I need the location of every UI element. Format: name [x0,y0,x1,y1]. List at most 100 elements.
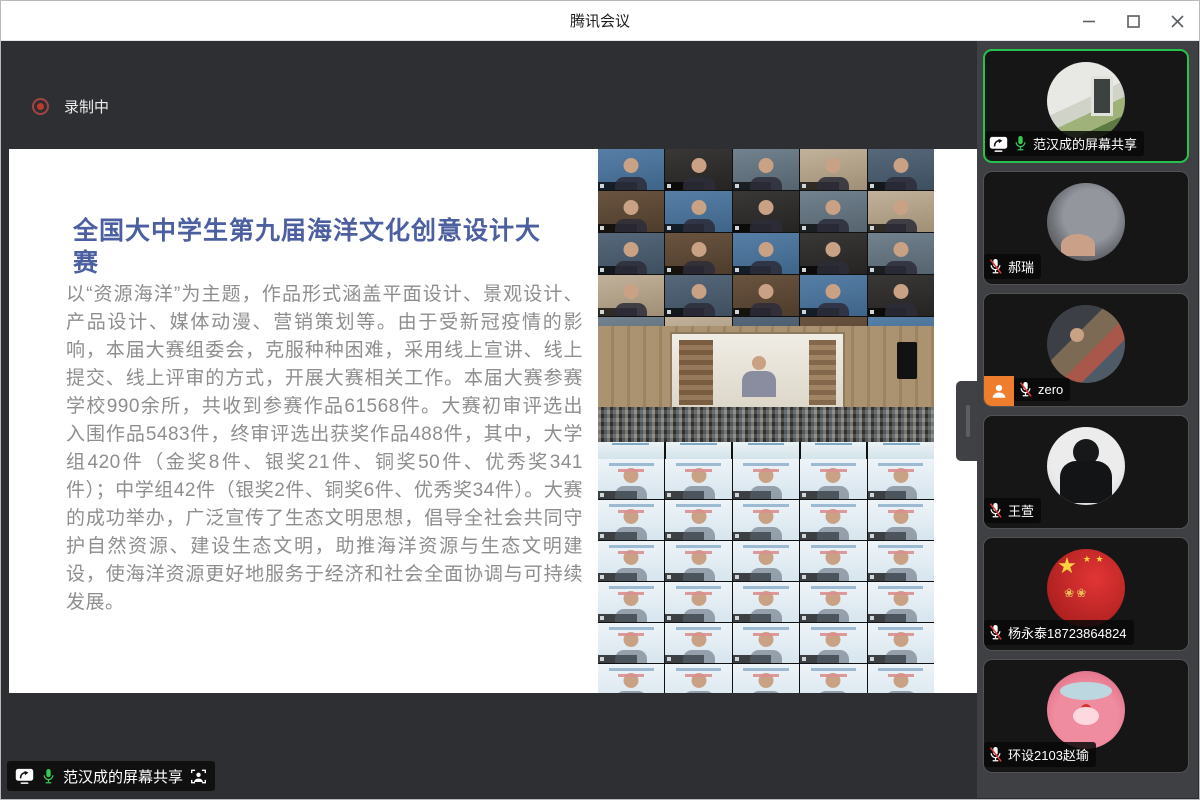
window-controls [1079,1,1187,41]
wall-video-tile [733,233,799,274]
maximize-button[interactable] [1123,11,1143,31]
video-wall [598,149,934,693]
video-wall-top-grid [598,149,934,326]
wall-video-tile [733,275,799,316]
sidebar-splitter-handle[interactable] [956,381,977,461]
wall-video-tile [598,541,664,581]
wall-video-tile [665,582,731,622]
wall-video-tile [800,459,866,499]
audience [598,407,934,442]
flag-star-icon: ★ [1057,555,1077,577]
slide-title: 全国大中学生第九届海洋文化创意设计大赛 [73,215,553,279]
mic-on-icon [1013,135,1028,152]
shared-screen-slide: 全国大中学生第九届海洋文化创意设计大赛 以“资源海洋”为主题，作品形式涵盖平面设… [9,149,977,693]
wall-video-tile [598,582,664,622]
recording-indicator[interactable]: 录制中 [32,96,109,117]
minimize-button[interactable] [1079,11,1099,31]
wall-video-tile [598,664,664,693]
window-title: 腾讯会议 [570,10,630,31]
wall-video-tile [733,664,799,693]
recording-label: 录制中 [64,96,109,117]
sil-avatar [1047,427,1125,505]
speaker-box [897,342,917,379]
screen-share-icon [15,768,34,784]
speaker-figure [752,356,766,370]
wall-video-tile [800,582,866,622]
wall-video-tile [868,500,934,540]
cat-avatar [1047,183,1125,261]
participant-tile[interactable]: zero [983,293,1189,407]
wall-video-tile [800,623,866,663]
wall-video-tile [733,191,799,232]
wall-video-tile [800,275,866,316]
wall-video-tile [800,500,866,540]
meeting-stage: 录制中 全国大中学生第九届海洋文化创意设计大赛 以“资源海洋”为主题，作品形式涵… [2,41,977,798]
video-wall-bottom-grid [598,459,934,693]
wall-video-tile [800,541,866,581]
conference-room-photo [598,326,934,459]
wall-video-tile [665,623,731,663]
person-frame-icon[interactable] [190,769,207,784]
wall-video-tile [598,317,664,326]
wall-video-tile [868,149,934,190]
plush-avatar [1047,671,1125,749]
participant-tile[interactable]: 王萱 [983,415,1189,529]
wall-video-tile [598,623,664,663]
wall-video-tile [733,623,799,663]
self-share-label: 范汉成的屏幕共享 [63,766,183,787]
wall-video-tile [800,191,866,232]
wall-video-tile [598,191,664,232]
wall-video-tile [868,191,934,232]
wall-video-tile [665,500,731,540]
wall-video-tile [868,233,934,274]
host-badge-icon [984,376,1014,406]
mic-muted-icon [988,746,1003,763]
wall-video-tile [868,275,934,316]
wall-video-tile [868,582,934,622]
mic-muted-icon [1018,381,1033,398]
participant-name: zero [1038,382,1063,397]
wall-video-tile [665,459,731,499]
participants-sidebar: 范汉成的屏幕共享 郝瑞 zero 王萱 ★★ ★❀❀ 杨永泰1872386482… [977,41,1198,798]
wall-video-tile [665,664,731,693]
wall-video-tile [800,664,866,693]
wall-video-tile [733,500,799,540]
mic-on-icon [41,768,56,785]
close-button[interactable] [1167,11,1187,31]
wall-video-tile [868,459,934,499]
participant-name: 郝瑞 [1008,257,1034,276]
wall-video-tile [665,233,731,274]
participant-tile[interactable]: ★★ ★❀❀ 杨永泰18723864824 [983,537,1189,651]
wall-video-tile [598,459,664,499]
photo-avatar [1047,305,1125,383]
wall-video-tile [665,541,731,581]
wall-video-tile [733,459,799,499]
wall-video-tile [868,664,934,693]
wall-video-tile [598,149,664,190]
wall-video-tile [733,541,799,581]
wall-video-tile [868,317,934,326]
wall-video-tile [733,582,799,622]
wall-video-tile [598,500,664,540]
wall-video-tile [665,149,731,190]
wall-video-tile [665,191,731,232]
wall-video-tile [733,317,799,326]
recording-dot-icon [32,98,49,115]
participant-tile[interactable]: 环设2103赵瑜 [983,659,1189,773]
slide-body: 以“资源海洋”为主题，作品形式涵盖平面设计、景观设计、产品设计、媒体动漫、营销策… [66,281,583,617]
wall-video-tile [665,317,731,326]
wall-video-tile [800,149,866,190]
participant-name: 王萱 [1008,501,1034,520]
house-avatar [1047,62,1125,140]
participant-name: 环设2103赵瑜 [1008,745,1089,764]
participant-name: 范汉成的屏幕共享 [1033,134,1137,153]
self-share-bar[interactable]: 范汉成的屏幕共享 [7,761,215,791]
wall-video-tile [598,233,664,274]
titlebar: 腾讯会议 [1,1,1199,41]
photo-bottom-tiles [598,442,934,459]
wall-video-tile [800,317,866,326]
wall-video-tile [665,275,731,316]
participant-tile[interactable]: 郝瑞 [983,171,1189,285]
app-window: 腾讯会议 录制中 全国大中学生第九届海洋文化创意设计大赛 以“资源海洋”为主题，… [0,0,1200,800]
participant-tile[interactable]: 范汉成的屏幕共享 [983,49,1189,163]
